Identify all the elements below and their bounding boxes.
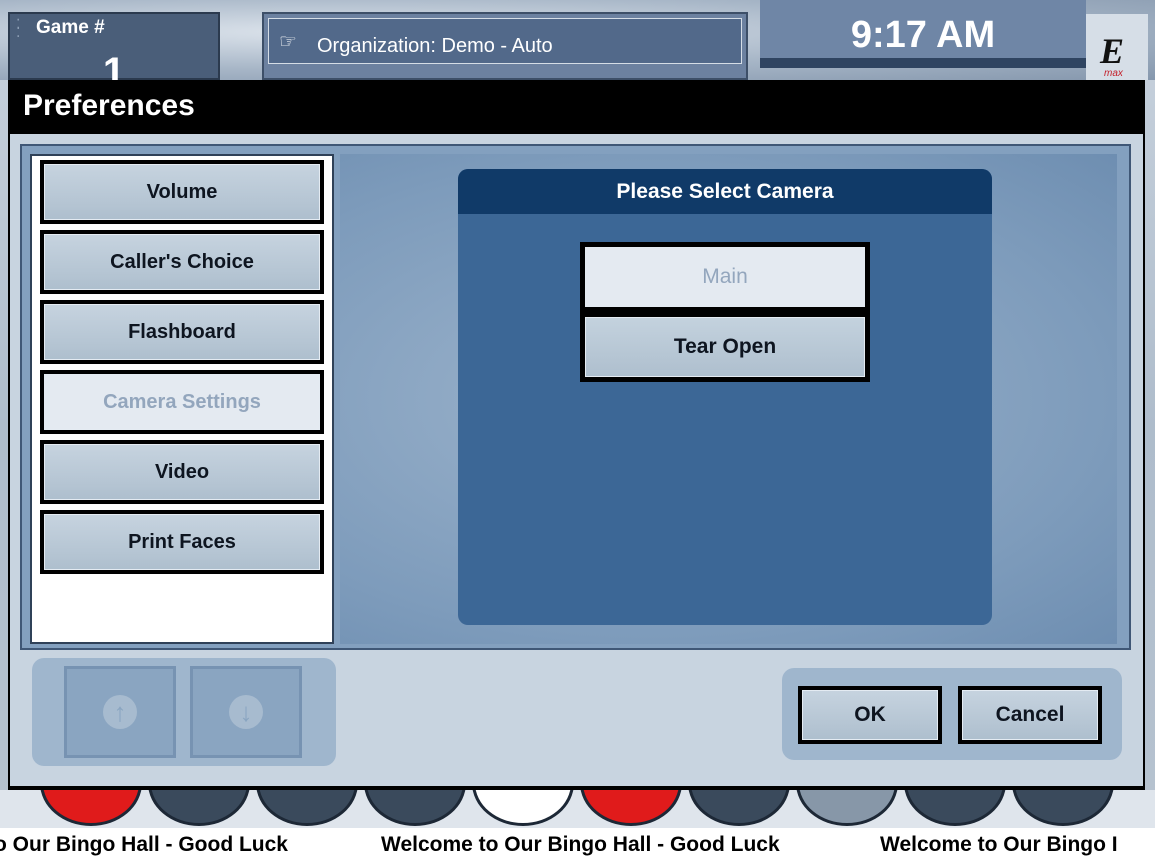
organization-text: Organization: Demo - Auto <box>317 35 553 57</box>
organization-box: ☞ Organization: Demo - Auto <box>262 12 748 80</box>
logo-subtext: max <box>1104 68 1123 79</box>
called-ball <box>796 790 898 826</box>
clock-bar <box>760 58 1086 68</box>
camera-option-label: Main <box>585 247 865 307</box>
nav-label: Flashboard <box>44 304 320 360</box>
scroll-down-button[interactable]: ↓ <box>190 666 302 758</box>
preferences-nav: Volume Caller's Choice Flashboard Camera… <box>30 154 334 644</box>
game-label: Game # <box>36 17 105 38</box>
scroll-up-button[interactable]: ↑ <box>64 666 176 758</box>
preferences-dialog: Preferences Volume Caller's Choice Flash… <box>8 80 1145 790</box>
drag-grip-icon: ⁚ ⁚ <box>16 16 21 40</box>
nav-label: Caller's Choice <box>44 234 320 290</box>
nav-label: Camera Settings <box>44 374 320 430</box>
nav-label: Print Faces <box>44 514 320 570</box>
camera-option-label: Tear Open <box>585 317 865 377</box>
called-ball <box>364 790 466 826</box>
cancel-label: Cancel <box>962 690 1098 740</box>
logo-letter: E <box>1100 31 1125 71</box>
scroll-button-panel: ↑ ↓ <box>32 658 336 766</box>
nav-volume-button[interactable]: Volume <box>40 160 324 224</box>
called-ball <box>688 790 790 826</box>
ok-label: OK <box>802 690 938 740</box>
arrow-down-circle-icon: ↓ <box>229 695 263 729</box>
nav-label: Video <box>44 444 320 500</box>
called-balls-strip <box>0 790 1155 828</box>
dialog-body: Volume Caller's Choice Flashboard Camera… <box>10 134 1143 786</box>
organization-field[interactable]: ☞ Organization: Demo - Auto <box>268 18 742 64</box>
camera-tear-open-button[interactable]: Tear Open <box>580 312 870 382</box>
called-ball <box>148 790 250 826</box>
brand-logo: E max <box>1086 14 1148 80</box>
action-button-panel: OK Cancel <box>782 668 1122 760</box>
content-area: Volume Caller's Choice Flashboard Camera… <box>20 144 1131 650</box>
clock-time: 9:17 AM <box>850 14 996 56</box>
clock: 9:17 AM <box>760 0 1086 68</box>
nav-video-button[interactable]: Video <box>40 440 324 504</box>
pointing-hand-icon: ☞ <box>279 31 297 53</box>
top-status-bar: ⁚ ⁚ Game # 1 ☞ Organization: Demo - Auto … <box>0 0 1155 94</box>
message-ticker: o Our Bingo Hall - Good Luck Welcome to … <box>0 828 1155 859</box>
called-ball <box>472 790 574 826</box>
called-ball <box>580 790 682 826</box>
nav-camera-settings-button[interactable]: Camera Settings <box>40 370 324 434</box>
cancel-button[interactable]: Cancel <box>958 686 1102 744</box>
called-ball <box>904 790 1006 826</box>
ticker-text: Welcome to Our Bingo Hall - Good Luck <box>381 833 780 856</box>
ticker-text: Welcome to Our Bingo I <box>880 833 1118 856</box>
nav-print-faces-button[interactable]: Print Faces <box>40 510 324 574</box>
arrow-up-circle-icon: ↑ <box>103 695 137 729</box>
camera-main-button[interactable]: Main <box>580 242 870 312</box>
ok-button[interactable]: OK <box>798 686 942 744</box>
called-ball <box>256 790 358 826</box>
camera-select-box: Please Select Camera Main Tear Open <box>458 169 992 625</box>
game-number-box: ⁚ ⁚ Game # 1 <box>8 12 220 94</box>
camera-select-title: Please Select Camera <box>458 169 992 214</box>
settings-panel: Please Select Camera Main Tear Open <box>340 154 1117 644</box>
ticker-text: o Our Bingo Hall - Good Luck <box>0 833 288 856</box>
nav-label: Volume <box>44 164 320 220</box>
called-ball <box>1012 790 1114 826</box>
nav-callers-choice-button[interactable]: Caller's Choice <box>40 230 324 294</box>
dialog-title: Preferences <box>23 89 195 122</box>
called-ball <box>40 790 142 826</box>
nav-flashboard-button[interactable]: Flashboard <box>40 300 324 364</box>
